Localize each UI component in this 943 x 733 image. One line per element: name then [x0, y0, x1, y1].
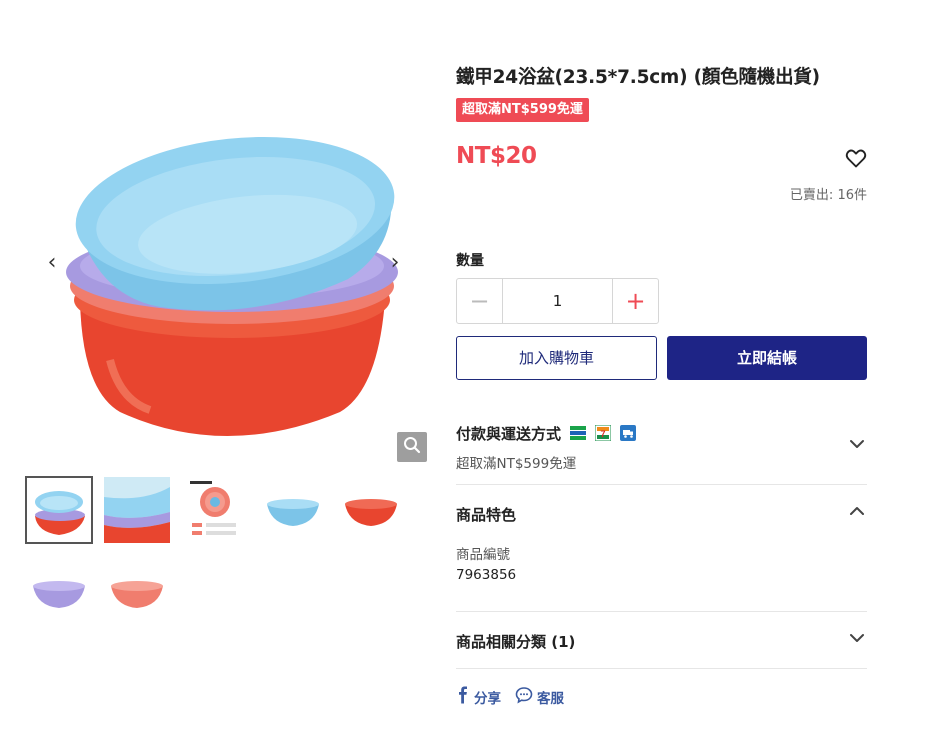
divider	[456, 611, 867, 612]
facebook-icon	[456, 686, 470, 708]
sold-count: 已賣出: 16件	[760, 184, 867, 203]
share-label: 分享	[474, 691, 501, 707]
quantity-input[interactable]	[503, 279, 612, 323]
delivery-truck-icon	[620, 424, 637, 441]
familymart-icon	[570, 424, 587, 441]
wishlist-heart-icon[interactable]	[844, 146, 868, 170]
quantity-decrease-button[interactable]: −	[457, 279, 503, 323]
sku-value: 7963856	[456, 567, 517, 583]
chat-bubble-icon	[515, 686, 533, 708]
customer-service-button[interactable]: 客服	[515, 686, 564, 708]
features-section-title[interactable]: 商品特色	[456, 504, 516, 525]
payment-section-title: 付款與運送方式	[456, 425, 562, 443]
product-title: 鐵甲24浴盆(23.5*7.5cm) (顏色隨機出貨)	[456, 67, 820, 88]
next-image-button[interactable]: ›	[385, 248, 405, 278]
zoom-button[interactable]	[397, 432, 427, 462]
add-to-cart-button[interactable]: 加入購物車	[456, 336, 657, 380]
thumb-red-basin[interactable]	[337, 476, 405, 544]
share-button[interactable]: 分享	[456, 686, 501, 708]
chevron-down-icon[interactable]	[848, 629, 866, 647]
quantity-stepper: − +	[456, 278, 659, 324]
thumb-purple-basin[interactable]	[25, 558, 93, 626]
sku-label: 商品編號	[456, 547, 510, 563]
payment-section-subtitle: 超取滿NT$599免運	[456, 456, 577, 472]
divider	[456, 484, 867, 485]
sold-number: 16件	[837, 188, 867, 203]
divider	[456, 668, 867, 669]
quantity-label: 數量	[456, 253, 484, 269]
social-row: 分享 客服	[456, 686, 578, 708]
thumb-pink-basin[interactable]	[103, 558, 171, 626]
chevron-down-icon[interactable]	[848, 435, 866, 453]
thumb-blue-basin[interactable]	[259, 476, 327, 544]
chevron-up-icon[interactable]	[848, 502, 866, 520]
thumb-size-chart[interactable]	[181, 476, 249, 544]
customer-service-label: 客服	[537, 691, 564, 707]
product-price: NT$20	[456, 143, 537, 169]
thumb-closeup[interactable]	[103, 476, 171, 544]
payment-section-header[interactable]: 付款與運送方式 7	[456, 423, 637, 444]
quantity-increase-button[interactable]: +	[612, 279, 658, 323]
seven-eleven-icon: 7	[594, 424, 612, 441]
sold-label: 已賣出:	[789, 188, 834, 203]
buy-now-button[interactable]: 立即結帳	[667, 336, 867, 380]
promo-badge: 超取滿NT$599免運	[456, 98, 589, 122]
main-product-image[interactable]	[40, 60, 410, 460]
magnifier-icon	[403, 436, 421, 458]
thumb-stacked-basins[interactable]	[25, 476, 93, 544]
prev-image-button[interactable]: ‹	[42, 248, 62, 278]
svg-text:7: 7	[601, 429, 606, 439]
categories-section-title[interactable]: 商品相關分類 (1)	[456, 631, 575, 652]
